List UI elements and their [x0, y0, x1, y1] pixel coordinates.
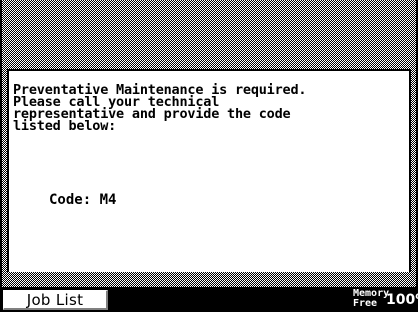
- maintenance-message-panel: Preventative Maintenance is required. Pl…: [7, 69, 411, 272]
- job-list-label: Job List: [26, 290, 84, 309]
- memory-free-value: 100%: [386, 292, 418, 308]
- screen-frame-left: [0, 0, 2, 287]
- display-screen: Preventative Maintenance is required. Pl…: [0, 0, 418, 312]
- memory-free-label: Memory Free: [353, 288, 390, 309]
- maintenance-code: Code: M4: [49, 192, 117, 208]
- maintenance-message-text: Preventative Maintenance is required. Pl…: [13, 82, 307, 134]
- job-list-button[interactable]: Job List: [3, 290, 108, 310]
